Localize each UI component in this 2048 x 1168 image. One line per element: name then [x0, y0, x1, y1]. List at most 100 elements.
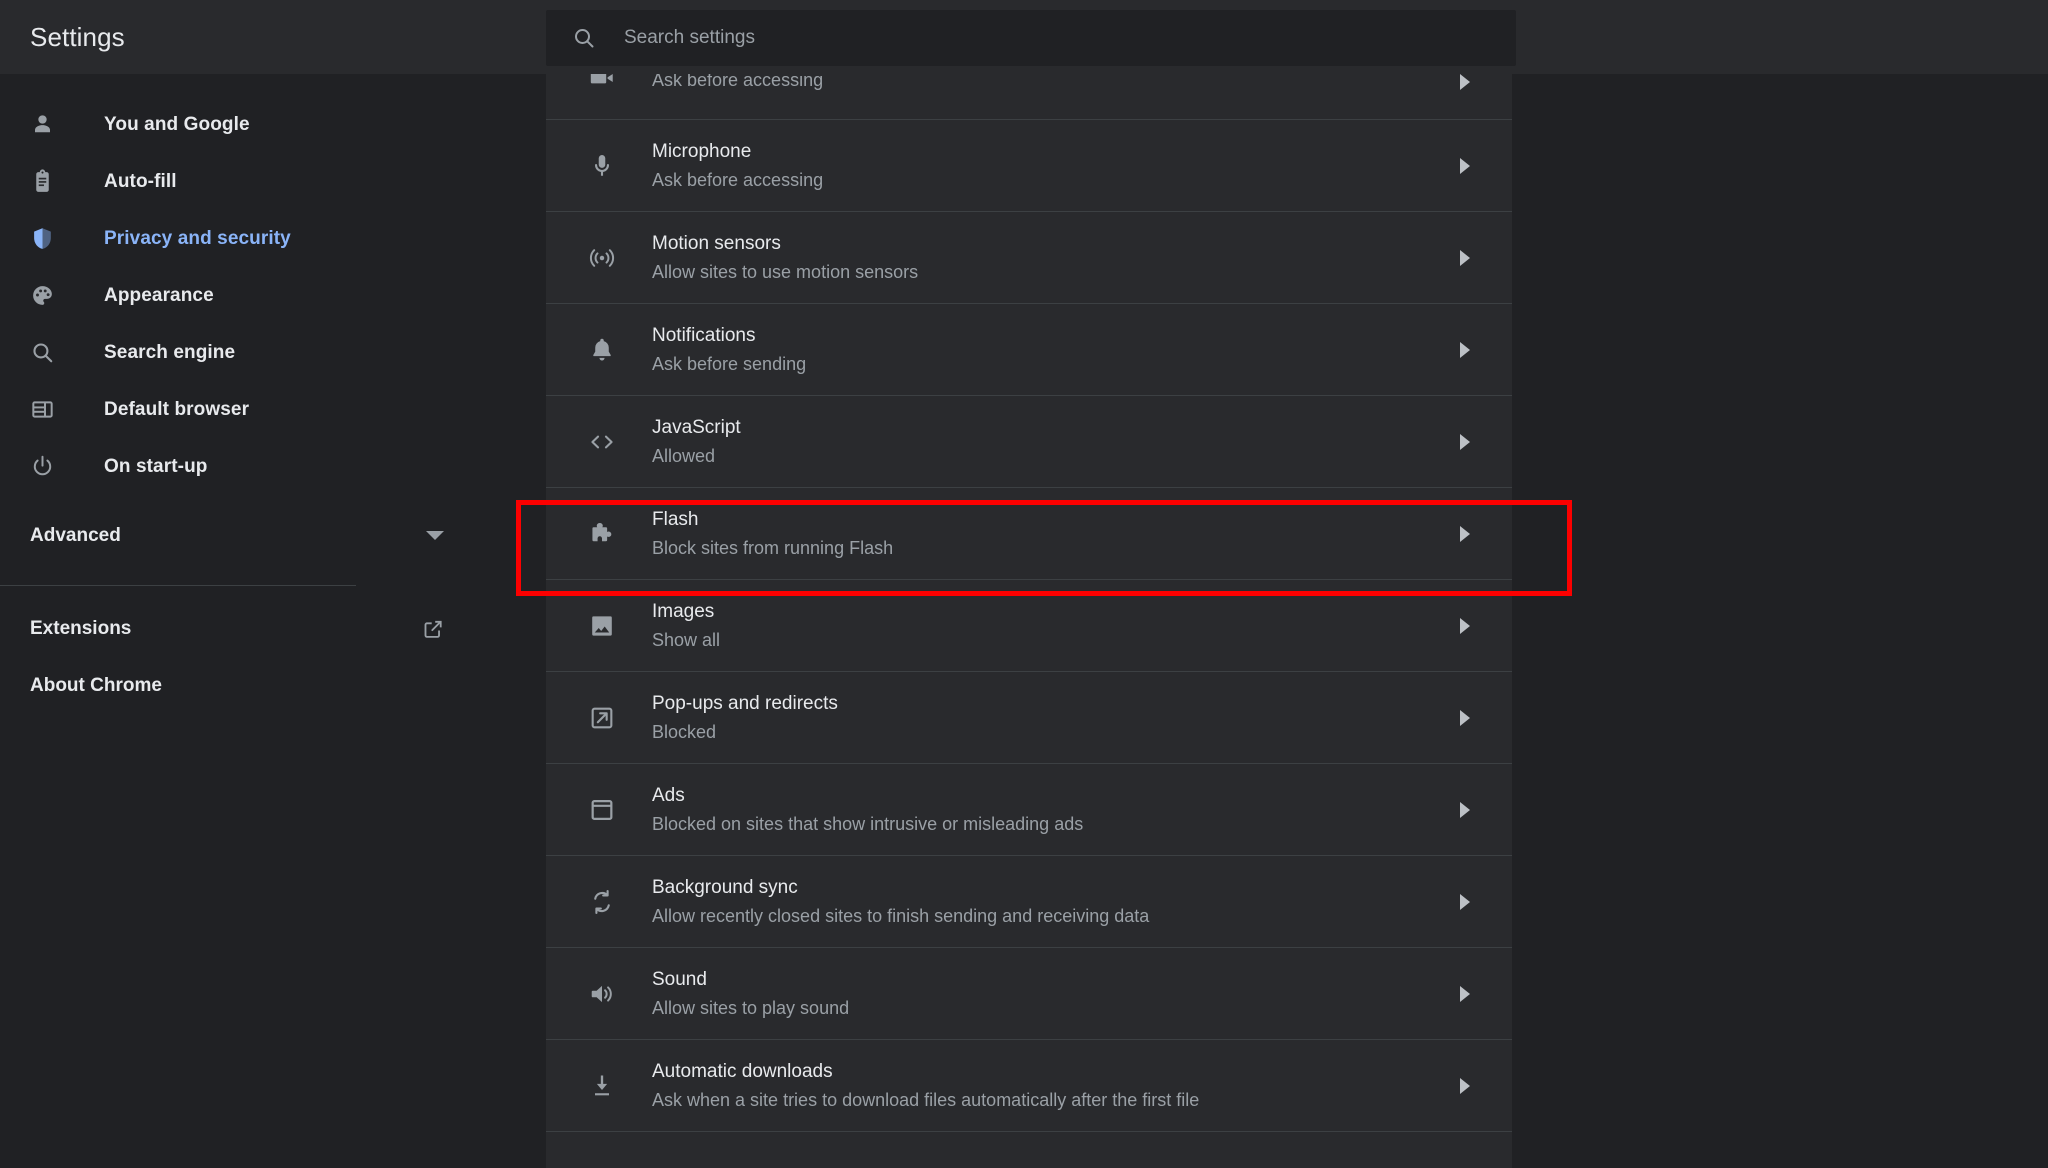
settings-row-text: Ask before accessing [652, 74, 1460, 94]
shield-icon [34, 228, 51, 249]
speaker-icon [591, 985, 612, 1002]
settings-row-sound[interactable]: Sound Allow sites to play sound [546, 948, 1512, 1040]
sidebar-item-label: Auto-fill [104, 170, 177, 192]
settings-row-subtitle: Block sites from running Flash [652, 537, 894, 558]
sidebar-item-search-engine[interactable]: Search engine [0, 324, 546, 381]
sidebar-item-default-browser[interactable]: Default browser [0, 381, 546, 438]
sidebar-item-label: On start-up [104, 455, 208, 477]
settings-row-subtitle: Ask before sending [652, 353, 807, 374]
chevron-right-icon[interactable] [1460, 985, 1470, 1002]
settings-row-background-sync[interactable]: Background sync Allow recently closed si… [546, 856, 1512, 948]
sidebar-item-label: Appearance [104, 284, 214, 306]
settings-row-subtitle: Allow sites to play sound [652, 997, 850, 1018]
puzzle-piece-icon [592, 522, 612, 541]
sidebar-divider [0, 585, 356, 586]
settings-row-title: Pop-ups and redirects [652, 692, 838, 714]
settings-row-subtitle: Ask before accessing [652, 169, 824, 190]
settings-row-text: Ads Blocked on sites that show intrusive… [652, 782, 1460, 838]
clipboard-icon [36, 169, 49, 192]
chevron-right-icon[interactable] [1460, 433, 1470, 450]
chevron-right-icon[interactable] [1460, 709, 1470, 726]
sidebar-footer-label: Extensions [30, 617, 132, 639]
chevron-right-icon[interactable] [1460, 1077, 1470, 1094]
search-input[interactable] [624, 10, 1516, 66]
sidebar-item-on-start-up[interactable]: On start-up [0, 438, 546, 495]
settings-row-text: Automatic downloads Ask when a site trie… [652, 1058, 1460, 1114]
sidebar-item-about-chrome[interactable]: About Chrome [0, 657, 546, 714]
sidebar-footer-label: About Chrome [30, 674, 162, 696]
settings-row-subtitle: Blocked on sites that show intrusive or … [652, 813, 1084, 834]
search-icon [575, 29, 594, 48]
sidebar-advanced-toggle[interactable]: Advanced [0, 507, 546, 564]
magnifier-icon [33, 343, 53, 363]
sidebar-item-extensions[interactable]: Extensions [0, 600, 546, 657]
settings-row-subtitle: Ask before accessing [652, 74, 824, 90]
settings-row-text: Flash Block sites from running Flash [652, 506, 1460, 562]
sidebar-item-label: Default browser [104, 398, 250, 420]
camera-icon [590, 74, 613, 84]
settings-row-text: Microphone Ask before accessing [652, 138, 1460, 194]
settings-row-ads[interactable]: Ads Blocked on sites that show intrusive… [546, 764, 1512, 856]
sidebar-item-privacy-and-security[interactable]: Privacy and security [0, 210, 546, 267]
settings-row-motion-sensors[interactable]: Motion sensors Allow sites to use motion… [546, 212, 1512, 304]
chevron-down-icon [426, 531, 444, 540]
settings-row-javascript[interactable]: JavaScript Allowed [546, 396, 1512, 488]
settings-row-title: JavaScript [652, 416, 741, 438]
sidebar-item-appearance[interactable]: Appearance [0, 267, 546, 324]
settings-row-title: Background sync [652, 876, 798, 898]
settings-row-text: Sound Allow sites to play sound [652, 966, 1460, 1022]
chevron-right-icon[interactable] [1460, 157, 1470, 174]
settings-row-title: Automatic downloads [652, 1060, 833, 1082]
power-icon [33, 455, 52, 476]
settings-row-images[interactable]: Images Show all [546, 580, 1512, 672]
settings-row-flash[interactable]: Flash Block sites from running Flash [546, 488, 1512, 580]
chevron-right-icon[interactable] [1460, 801, 1470, 818]
settings-row-subtitle: Allow sites to use motion sensors [652, 261, 919, 282]
settings-row-popups-and-redirects[interactable]: Pop-ups and redirects Blocked [546, 672, 1512, 764]
image-icon [592, 615, 612, 636]
sync-icon [594, 889, 610, 914]
chevron-right-icon[interactable] [1460, 341, 1470, 358]
chevron-right-icon[interactable] [1460, 74, 1470, 90]
person-icon [35, 115, 50, 133]
sidebar-item-auto-fill[interactable]: Auto-fill [0, 153, 546, 210]
bell-icon [593, 338, 611, 360]
chevron-right-icon[interactable] [1460, 249, 1470, 266]
window-icon [591, 799, 613, 820]
settings-row-title: Microphone [652, 140, 752, 162]
sidebar-item-label: Privacy and security [104, 227, 291, 249]
settings-row-title: Flash [652, 508, 699, 530]
settings-row-title: Ads [652, 784, 685, 806]
download-icon [595, 1075, 609, 1095]
chevron-right-icon[interactable] [1460, 525, 1470, 542]
sidebar-item-you-and-google[interactable]: You and Google [0, 96, 546, 153]
settings-row-title: Notifications [652, 324, 756, 346]
microphone-icon [595, 154, 609, 176]
sidebar: You and Google Auto-fill Privacy and sec… [0, 74, 546, 1168]
sidebar-nav-list: You and Google Auto-fill Privacy and sec… [0, 74, 546, 714]
motion-sensor-icon [589, 248, 615, 267]
settings-row-automatic-downloads[interactable]: Automatic downloads Ask when a site trie… [546, 1040, 1512, 1132]
top-bar: Settings [0, 0, 2048, 74]
chevron-right-icon[interactable] [1460, 893, 1470, 910]
settings-row-subtitle: Blocked [652, 721, 717, 742]
settings-row-text: Images Show all [652, 598, 1460, 654]
settings-row-notifications[interactable]: Notifications Ask before sending [546, 304, 1512, 396]
settings-row-microphone[interactable]: Microphone Ask before accessing [546, 120, 1512, 212]
search-settings-bar[interactable] [546, 10, 1516, 66]
sidebar-advanced-label: Advanced [30, 524, 121, 546]
settings-row-text: Motion sensors Allow sites to use motion… [652, 230, 1460, 286]
chevron-right-icon[interactable] [1460, 617, 1470, 634]
palette-icon [33, 286, 52, 305]
code-brackets-icon [591, 435, 613, 448]
browser-window-icon [32, 401, 53, 418]
sidebar-item-label: Search engine [104, 341, 236, 363]
settings-row-camera[interactable]: Ask before accessing [546, 74, 1512, 120]
external-link-icon [591, 707, 613, 728]
settings-row-text: JavaScript Allowed [652, 414, 1460, 470]
settings-row-subtitle: Ask when a site tries to download files … [652, 1089, 1200, 1110]
settings-row-text: Notifications Ask before sending [652, 322, 1460, 378]
settings-row-subtitle: Allowed [652, 445, 716, 466]
page-title: Settings [30, 22, 125, 52]
settings-row-subtitle: Show all [652, 629, 721, 650]
